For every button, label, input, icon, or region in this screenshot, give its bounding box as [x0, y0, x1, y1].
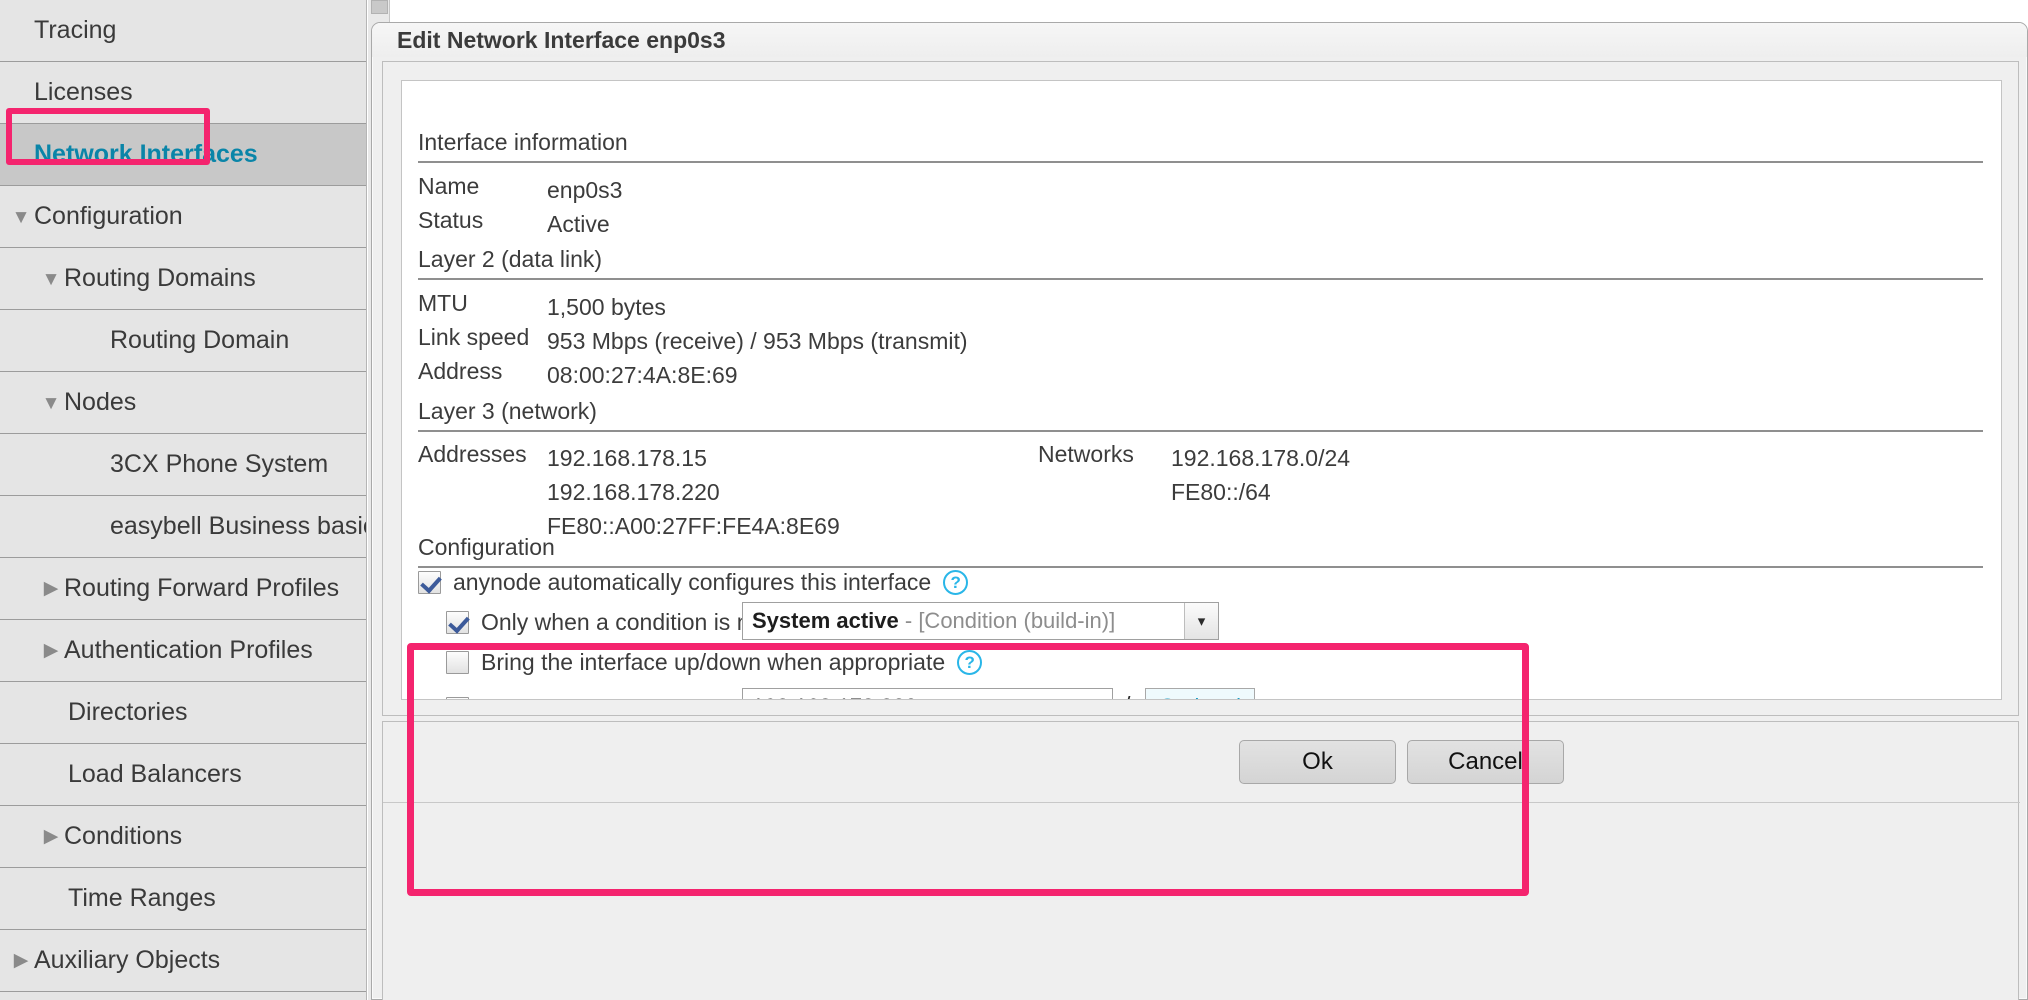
checkbox-assign-remove-ip[interactable] [446, 697, 469, 699]
sidebar-item-time-ranges[interactable]: Time Ranges [0, 868, 366, 930]
checkbox-only-when-condition[interactable] [446, 611, 469, 634]
help-icon-bring-updown[interactable]: ? [957, 650, 983, 675]
interface-details-pane: Interface information Name enp0s3 Status… [401, 80, 2002, 700]
sidebar-item-licenses[interactable]: Licenses [0, 62, 366, 124]
sidebar-item-routing-forward-profiles[interactable]: ▶ Routing Forward Profiles [0, 558, 366, 620]
option-auto-configure-row[interactable]: anynode automatically configures this in… [418, 569, 969, 596]
cancel-button[interactable]: Cancel [1407, 740, 1564, 784]
help-icon-auto-configure[interactable]: ? [943, 570, 969, 595]
sidebar-item-conditions[interactable]: ▶ Conditions [0, 806, 366, 868]
sidebar-item-label: Routing Forward Profiles [64, 574, 340, 602]
sidebar-item-label: Network Interfaces [34, 140, 258, 168]
sidebar-item-auxiliary-objects[interactable]: ▶ Auxiliary Objects [0, 930, 366, 992]
sidebar-item-configuration[interactable]: ▼ Configuration [0, 186, 366, 248]
chevron-down-icon[interactable]: ▾ [1184, 603, 1218, 639]
chevron-right-icon[interactable]: ▶ [8, 951, 34, 970]
option-auto-configure-label: anynode automatically configures this in… [453, 569, 932, 595]
dialog-titlebar: Edit Network Interface enp0s3 [372, 23, 2027, 57]
sidebar-item-directories[interactable]: Directories [0, 682, 366, 744]
sidebar-item-label: Authentication Profiles [64, 636, 313, 664]
chevron-down-icon[interactable]: ▼ [38, 394, 64, 413]
condition-select-value-suffix: - [Condition (build-in)] [898, 608, 1116, 633]
app-root: Tracing Licenses Network Interfaces ▼ Co… [0, 0, 2028, 1000]
footer-divider [383, 802, 2020, 803]
sidebar-item-label: Conditions [64, 822, 183, 850]
sidebar-item-label: easybell Business basic [110, 512, 367, 540]
sidebar-item-routing-domains[interactable]: ▼ Routing Domains [0, 248, 366, 310]
ip-prefix-input[interactable]: Optional [1145, 688, 1255, 699]
sidebar-navigation: Tracing Licenses Network Interfaces ▼ Co… [0, 0, 367, 1000]
option-bring-updown-label: Bring the interface up/down when appropr… [481, 649, 946, 675]
sidebar-item-label: Licenses [34, 78, 133, 106]
chevron-right-icon[interactable]: ▶ [38, 827, 64, 846]
sidebar-item-label: Tracing [34, 16, 117, 44]
sidebar-item-label: Routing Domains [64, 264, 256, 292]
sidebar-scrollbar-thumb[interactable] [371, 0, 388, 14]
chevron-right-icon[interactable]: ▶ [38, 579, 64, 598]
sidebar-item-easybell-business-basic[interactable]: easybell Business basic [0, 496, 366, 558]
checkbox-bring-interface-updown[interactable] [446, 651, 469, 674]
ip-address-input[interactable]: 192.168.178.220 [742, 688, 1113, 699]
configuration-options: anynode automatically configures this in… [402, 81, 2001, 699]
option-condition-label: Only when a condition is met [481, 609, 776, 635]
sidebar-item-nodes[interactable]: ▼ Nodes [0, 372, 366, 434]
sidebar-item-label: Nodes [64, 388, 137, 416]
sidebar-item-label: 3CX Phone System [110, 450, 329, 478]
sidebar-item-tracing[interactable]: Tracing [0, 0, 366, 62]
option-bring-updown-row[interactable]: Bring the interface up/down when appropr… [446, 649, 983, 676]
sidebar-item-network-interfaces[interactable]: Network Interfaces [0, 124, 366, 186]
chevron-down-icon[interactable]: ▼ [38, 270, 64, 289]
edit-network-interface-dialog: Edit Network Interface enp0s3 Interface … [371, 22, 2028, 1000]
sidebar-item-label: Load Balancers [68, 760, 242, 788]
sidebar-item-authentication-profiles[interactable]: ▶ Authentication Profiles [0, 620, 366, 682]
sidebar-item-label: Routing Domain [110, 326, 290, 354]
dialog-footer: Ok Cancel [382, 721, 2020, 1000]
ok-button[interactable]: Ok [1239, 740, 1396, 784]
sidebar-item-label: Directories [68, 698, 188, 726]
checkbox-auto-configure[interactable] [418, 571, 441, 594]
dialog-body: Interface information Name enp0s3 Status… [382, 61, 2019, 716]
sidebar-item-label: Time Ranges [68, 884, 216, 912]
sidebar-item-label: Auxiliary Objects [34, 946, 221, 974]
ip-prefix-separator: / [1124, 692, 1130, 699]
condition-select[interactable]: System active - [Condition (build-in)] ▾ [742, 602, 1219, 640]
option-assign-ip-label: Assign/remove an ip address [481, 695, 778, 699]
chevron-right-icon[interactable]: ▶ [38, 641, 64, 660]
condition-select-value-name: System active [752, 608, 899, 633]
dialog-title: Edit Network Interface enp0s3 [397, 26, 726, 53]
sidebar-item-routing-domain[interactable]: Routing Domain [0, 310, 366, 372]
chevron-down-icon[interactable]: ▼ [8, 208, 34, 227]
condition-select-value: System active - [Condition (build-in)] [743, 608, 1184, 634]
sidebar-item-label: Configuration [34, 202, 183, 230]
sidebar-item-3cx-phone-system[interactable]: 3CX Phone System [0, 434, 366, 496]
sidebar-item-load-balancers[interactable]: Load Balancers [0, 744, 366, 806]
